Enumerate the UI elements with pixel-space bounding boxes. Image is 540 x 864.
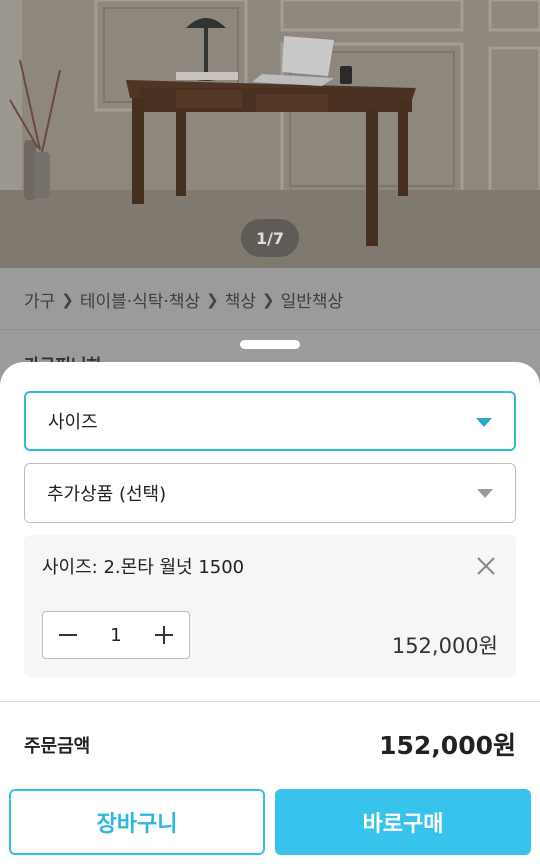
breadcrumb-item-tables[interactable]: 테이블·식탁·책상 bbox=[80, 287, 200, 312]
order-total-label: 주문금액 bbox=[24, 736, 91, 757]
order-total-value: 152,000원 bbox=[379, 731, 516, 760]
close-icon[interactable] bbox=[474, 554, 498, 578]
image-pager: 1/7 bbox=[241, 219, 299, 257]
addon-select-label: 추가상품 (선택) bbox=[47, 484, 167, 505]
decrease-quantity-button[interactable] bbox=[45, 612, 91, 658]
breadcrumb-item-desks[interactable]: 책상 bbox=[225, 287, 256, 312]
selected-option-card: 사이즈: 2.몬타 월넛 1500 1 152,000원 bbox=[24, 535, 516, 677]
increase-quantity-button[interactable] bbox=[141, 612, 187, 658]
add-to-cart-button[interactable]: 장바구니 bbox=[9, 789, 265, 855]
breadcrumb-item-general-desks[interactable]: 일반책상 bbox=[281, 287, 344, 312]
caret-down-icon bbox=[477, 489, 493, 498]
size-select-label: 사이즈 bbox=[48, 412, 98, 433]
chevron-right-icon: ❯ bbox=[206, 290, 219, 309]
divider bbox=[0, 701, 540, 702]
chevron-right-icon: ❯ bbox=[262, 290, 275, 309]
divider bbox=[0, 329, 540, 330]
caret-down-icon bbox=[476, 418, 492, 427]
buy-now-button[interactable]: 바로구매 bbox=[275, 789, 531, 855]
breadcrumb-item-furniture[interactable]: 가구 bbox=[24, 287, 55, 312]
plus-icon bbox=[155, 626, 173, 644]
chevron-right-icon: ❯ bbox=[61, 290, 74, 309]
selected-option-label: 사이즈: 2.몬타 월넛 1500 bbox=[42, 557, 245, 578]
product-image[interactable]: 1/7 bbox=[0, 0, 540, 268]
sheet-drag-handle[interactable] bbox=[240, 340, 300, 349]
breadcrumb: 가구 ❯ 테이블·식탁·책상 ❯ 책상 ❯ 일반책상 bbox=[24, 287, 344, 313]
size-select[interactable]: 사이즈 bbox=[24, 391, 516, 451]
minus-icon bbox=[59, 634, 77, 636]
selected-option-price: 152,000원 bbox=[391, 634, 498, 658]
quantity-value[interactable]: 1 bbox=[89, 612, 143, 658]
addon-select[interactable]: 추가상품 (선택) bbox=[24, 463, 516, 523]
quantity-stepper: 1 bbox=[42, 611, 190, 659]
